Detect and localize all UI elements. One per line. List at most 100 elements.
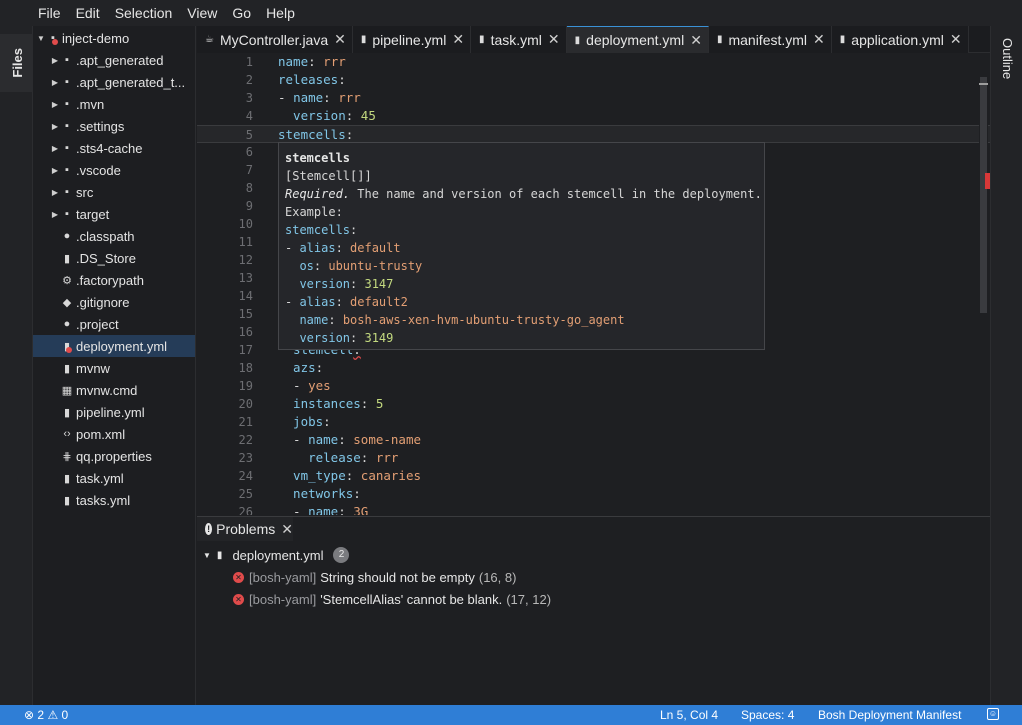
problems-file-name: deployment.yml [232,547,324,563]
tree-item[interactable]: ⚙ .factorypath [33,269,195,291]
tab-manifest-yml[interactable]: ▮ manifest.yml ✕ [708,26,832,53]
chevron-right-icon[interactable]: ▶ [50,210,60,219]
tree-item[interactable]: ◆ .gitignore [33,291,195,313]
tree-item[interactable]: ▮ .DS_Store [33,247,195,269]
code-token: rrr [338,90,361,105]
tree-item[interactable]: ▮ tasks.yml [33,489,195,511]
right-activity-rail: Outline [990,26,1022,705]
hover-line: stemcells: [285,221,764,239]
problem-message: String should not be empty [320,569,475,585]
tree-item[interactable]: ● .classpath [33,225,195,247]
close-icon[interactable]: ✕ [548,31,560,48]
problems-tab[interactable]: ! Problems ✕ [197,517,293,541]
code-text: - name: rrr [278,89,361,107]
files-panel-tab[interactable]: Files [0,34,33,92]
problems-panel: ! Problems ✕ ▼ ▮ deployment.yml 2 ✕ [bosh… [197,516,990,705]
code-line: 21 jobs: [197,413,990,431]
left-activity-rail: Files [0,26,33,705]
code-line: 19 - yes [197,377,990,395]
line-number: 15 [238,307,253,321]
close-icon[interactable]: ✕ [813,31,825,48]
line-number: 21 [238,415,253,429]
close-icon[interactable]: ✕ [334,31,346,48]
chevron-right-icon[interactable]: ▶ [50,122,60,131]
code-line: 20 instances: 5 [197,395,990,413]
tree-item[interactable]: ▮deployment.yml [33,335,195,357]
chevron-right-icon[interactable]: ▶ [50,188,60,197]
database-icon: ▮ [216,549,223,561]
file-circle-icon: ● [63,318,71,330]
chevron-down-icon[interactable]: ▼ [36,34,46,43]
tree-item[interactable]: ▮ pipeline.yml [33,401,195,423]
menu-view[interactable]: View [187,5,217,21]
tree-item[interactable]: ▶ ▪ .vscode [33,159,195,181]
hover-token: version [285,331,351,345]
line-number: 12 [238,253,253,267]
tree-item[interactable]: ▶ ▪ .mvn [33,93,195,115]
tree-item[interactable]: ▶ ▪ .sts4-cache [33,137,195,159]
tree-item-label: .gitignore [76,294,130,310]
chevron-right-icon[interactable]: ▶ [50,166,60,175]
tree-item[interactable]: ▶ ▪ src [33,181,195,203]
hover-line: version: 3149 [285,329,764,347]
problem-item[interactable]: ✕ [bosh-yaml] String should not be empty (1… [233,567,516,587]
menu-help[interactable]: Help [266,5,295,21]
hover-token: stemcells [285,151,351,165]
close-icon[interactable]: ✕ [950,31,962,48]
chevron-right-icon[interactable]: ▶ [50,56,60,65]
code-token: : [338,72,346,87]
tab-label: manifest.yml [728,31,808,48]
file-circle-icon: ● [63,230,71,242]
chevron-right-icon[interactable]: ▶ [50,144,60,153]
cursor-position[interactable]: Ln 5, Col 4 [660,708,718,722]
problems-file-group[interactable]: ▼ ▮ deployment.yml 2 [203,545,350,565]
tree-item[interactable]: ‹› pom.xml [33,423,195,445]
chevron-right-icon[interactable]: ▶ [50,78,60,87]
tree-item[interactable]: ▼ ▪ inject-demo [33,27,195,49]
folder-icon: ▪ [65,164,69,176]
tree-item[interactable]: ▶ ▪ .apt_generated_t... [33,71,195,93]
menu-file[interactable]: File [38,5,61,21]
tab-mycontroller-java[interactable]: ☕ MyController.java ✕ [197,26,353,53]
tree-item[interactable]: ⋕ qq.properties [33,445,195,467]
menu-edit[interactable]: Edit [76,5,100,21]
warning-icon: ⚠ [47,708,59,722]
line-number: 13 [238,271,253,285]
tree-item[interactable]: ▶ ▪ target [33,203,195,225]
folder-icon: ▪ [65,54,69,66]
close-icon[interactable]: ✕ [281,521,293,538]
tab-pipeline-yml[interactable]: ▮ pipeline.yml ✕ [352,26,472,53]
chevron-down-icon[interactable]: ▼ [203,551,211,560]
code-text: - name: 3G [278,503,368,515]
indentation-setting[interactable]: Spaces: 4 [741,708,794,722]
tab-task-yml[interactable]: ▮ task.yml ✕ [471,26,567,53]
tree-item[interactable]: ▮ mvnw [33,357,195,379]
tree-item[interactable]: ▶ ▪ .apt_generated [33,49,195,71]
code-text: name: rrr [278,53,346,71]
tab-deployment-yml[interactable]: ▮ deployment.yml ✕ [566,26,709,53]
tab-application-yml[interactable]: ▮ application.yml ✕ [831,26,969,53]
code-token: : [345,468,361,483]
tree-item[interactable]: ● .project [33,313,195,335]
code-token: some-name [353,432,422,447]
scrollbar-thumb[interactable] [980,77,987,313]
hover-token: : [328,313,343,327]
problems-status[interactable]: ⊗ 2 ⚠ 0 [24,708,68,722]
problem-item[interactable]: ✕ [bosh-yaml] 'StemcellAlias' cannot be bl… [233,589,551,609]
chevron-right-icon[interactable]: ▶ [50,100,60,109]
language-mode[interactable]: Bosh Deployment Manifest [818,708,961,722]
menu-go[interactable]: Go [232,5,251,21]
code-text: instances: 5 [278,395,383,413]
outline-panel-label[interactable]: Outline [1000,38,1015,79]
tree-item-label: .apt_generated [76,52,164,68]
tree-item[interactable]: ▮ task.yml [33,467,195,489]
menu-selection[interactable]: Selection [115,5,173,21]
close-icon[interactable]: ✕ [452,31,464,48]
notification-icon[interactable]: ☺ [987,708,999,720]
close-icon[interactable]: ✕ [690,32,702,49]
code-text: networks: [278,485,361,503]
editor-scrollbar[interactable] [979,53,990,515]
tab-label: application.yml [851,31,944,48]
tree-item[interactable]: ▶ ▪ .settings [33,115,195,137]
tree-item[interactable]: ▦ mvnw.cmd [33,379,195,401]
